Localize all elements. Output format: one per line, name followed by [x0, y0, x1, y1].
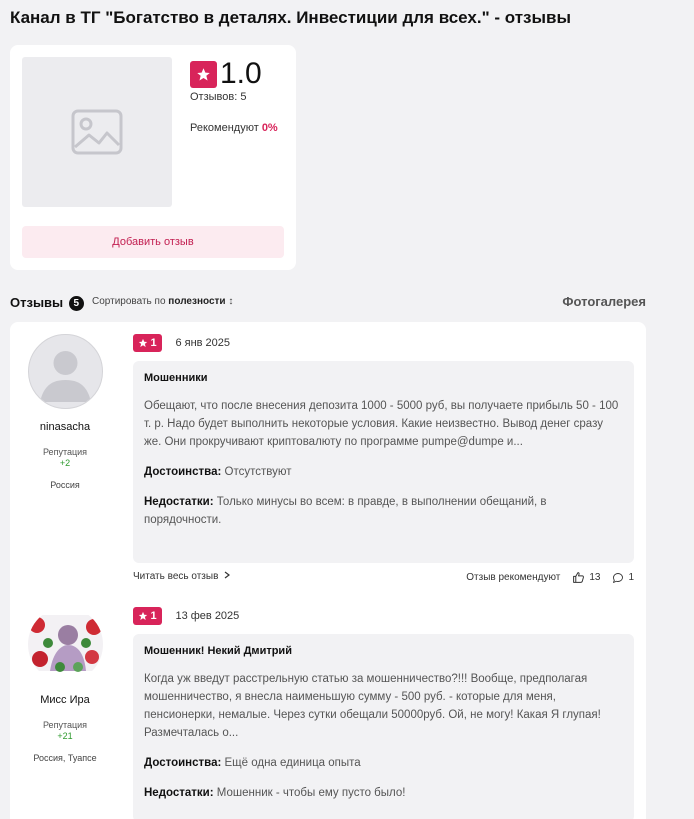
review-pros: Достоинства: Отсутствуют: [144, 463, 623, 481]
review-rating-badge: 1: [133, 334, 162, 352]
photo-gallery-link[interactable]: Фотогалерея: [562, 294, 646, 309]
author-name[interactable]: ninasacha: [10, 421, 120, 433]
sort-prefix: Сортировать по: [92, 296, 166, 307]
review-text: Когда уж введут расстрельную статью за м…: [144, 673, 601, 739]
star-icon: [139, 338, 148, 347]
review-pros: Достоинства: Ещё одна единица опыта: [144, 754, 623, 772]
thumbs-up-icon[interactable]: [572, 571, 585, 584]
avatar[interactable]: [27, 607, 103, 682]
review-author: ninasacha Репутация +2 Россия: [10, 322, 120, 490]
reviews-count-badge: 5: [68, 296, 84, 311]
product-summary-card: 1.0 Отзывов: 5 Рекомендуют 0% Добавить о…: [10, 45, 296, 270]
cons-label: Недостатки:: [144, 496, 214, 508]
review-author: Мисс Ира Репутация +21 Россия, Туапсе: [10, 595, 120, 763]
review-text: Обещают, что после внесения депозита 100…: [144, 400, 619, 448]
author-name[interactable]: Мисс Ира: [10, 694, 120, 706]
recommended-label: Отзыв рекомендуют: [466, 572, 561, 583]
cons-text: Мошенник - чтобы ему пусто было!: [216, 787, 406, 799]
reputation-label: Репутация: [42, 447, 88, 457]
reviews-heading-label: Отзывы: [10, 295, 64, 310]
review-rating-badge: 1: [133, 607, 162, 625]
author-location: Россия: [50, 480, 80, 490]
likes-count: 13: [589, 572, 601, 583]
recommend-label: Рекомендуют: [190, 122, 259, 134]
review-cons: Недостатки: Только минусы во всем: в пра…: [144, 493, 623, 529]
read-full-review-link[interactable]: Читать весь отзыв: [133, 571, 231, 582]
review-reactions: Отзыв рекомендуют 13 1: [466, 571, 634, 584]
review-body: Мошенники Обещают, что после внесения де…: [133, 361, 634, 563]
reputation-value: +21: [57, 731, 73, 741]
page-title: Канал в ТГ "Богатство в деталях. Инвести…: [10, 8, 571, 27]
reviews-list: ninasacha Репутация +2 Россия 1 6 янв 20…: [10, 322, 646, 819]
pros-label: Достоинства:: [144, 757, 222, 769]
reviews-count: Отзывов: 5: [190, 91, 247, 103]
pros-text: Ещё одна единица опыта: [224, 757, 361, 769]
cons-label: Недостатки:: [144, 787, 214, 799]
comments-count: 1: [628, 572, 634, 583]
review-title[interactable]: Мошенники: [144, 372, 623, 384]
average-rating: 1.0: [220, 57, 262, 90]
sort-value: полезности: [168, 296, 226, 307]
avatar[interactable]: [27, 334, 103, 409]
review-date: 13 фев 2025: [175, 610, 240, 622]
chevron-right-icon: [224, 571, 231, 579]
review-title[interactable]: Мошенник! Некий Дмитрий: [144, 645, 623, 657]
review-header: 1 6 янв 2025: [133, 334, 230, 352]
reviews-toolbar: Отзывы 5 Сортировать по полезности ↕ Фот…: [10, 294, 646, 311]
author-location: Россия, Туапсе: [33, 753, 97, 763]
reputation-label: Репутация: [42, 720, 88, 730]
sort-arrow-icon: ↕: [228, 296, 234, 307]
pros-label: Достоинства:: [144, 466, 222, 478]
recommend-value: 0%: [261, 122, 278, 134]
review-footer: Читать весь отзыв Отзыв рекомендуют 13 1: [133, 571, 634, 585]
review-cons: Недостатки: Мошенник - чтобы ему пусто б…: [144, 784, 623, 802]
read-more-label: Читать весь отзыв: [133, 571, 219, 582]
add-review-button[interactable]: Добавить отзыв: [22, 226, 284, 258]
review-body: Мошенник! Некий Дмитрий Когда уж введут …: [133, 634, 634, 819]
reputation-value: +2: [59, 458, 71, 468]
rating-block: 1.0 Отзывов: 5 Рекомендуют 0%: [190, 57, 278, 134]
reviews-heading: Отзывы 5: [10, 295, 84, 311]
review-header: 1 13 фев 2025: [133, 607, 239, 625]
review-date: 6 янв 2025: [175, 337, 231, 349]
pros-text: Отсутствуют: [224, 466, 292, 478]
star-icon: [139, 611, 148, 620]
image-placeholder-icon[interactable]: [22, 57, 172, 207]
review-rating: 1: [150, 337, 157, 349]
review-rating: 1: [150, 610, 157, 622]
sort-dropdown[interactable]: Сортировать по полезности ↕: [92, 296, 233, 307]
recommend-percentage: Рекомендуют 0%: [190, 122, 278, 134]
star-icon: [190, 60, 217, 88]
comment-icon[interactable]: [612, 572, 624, 584]
